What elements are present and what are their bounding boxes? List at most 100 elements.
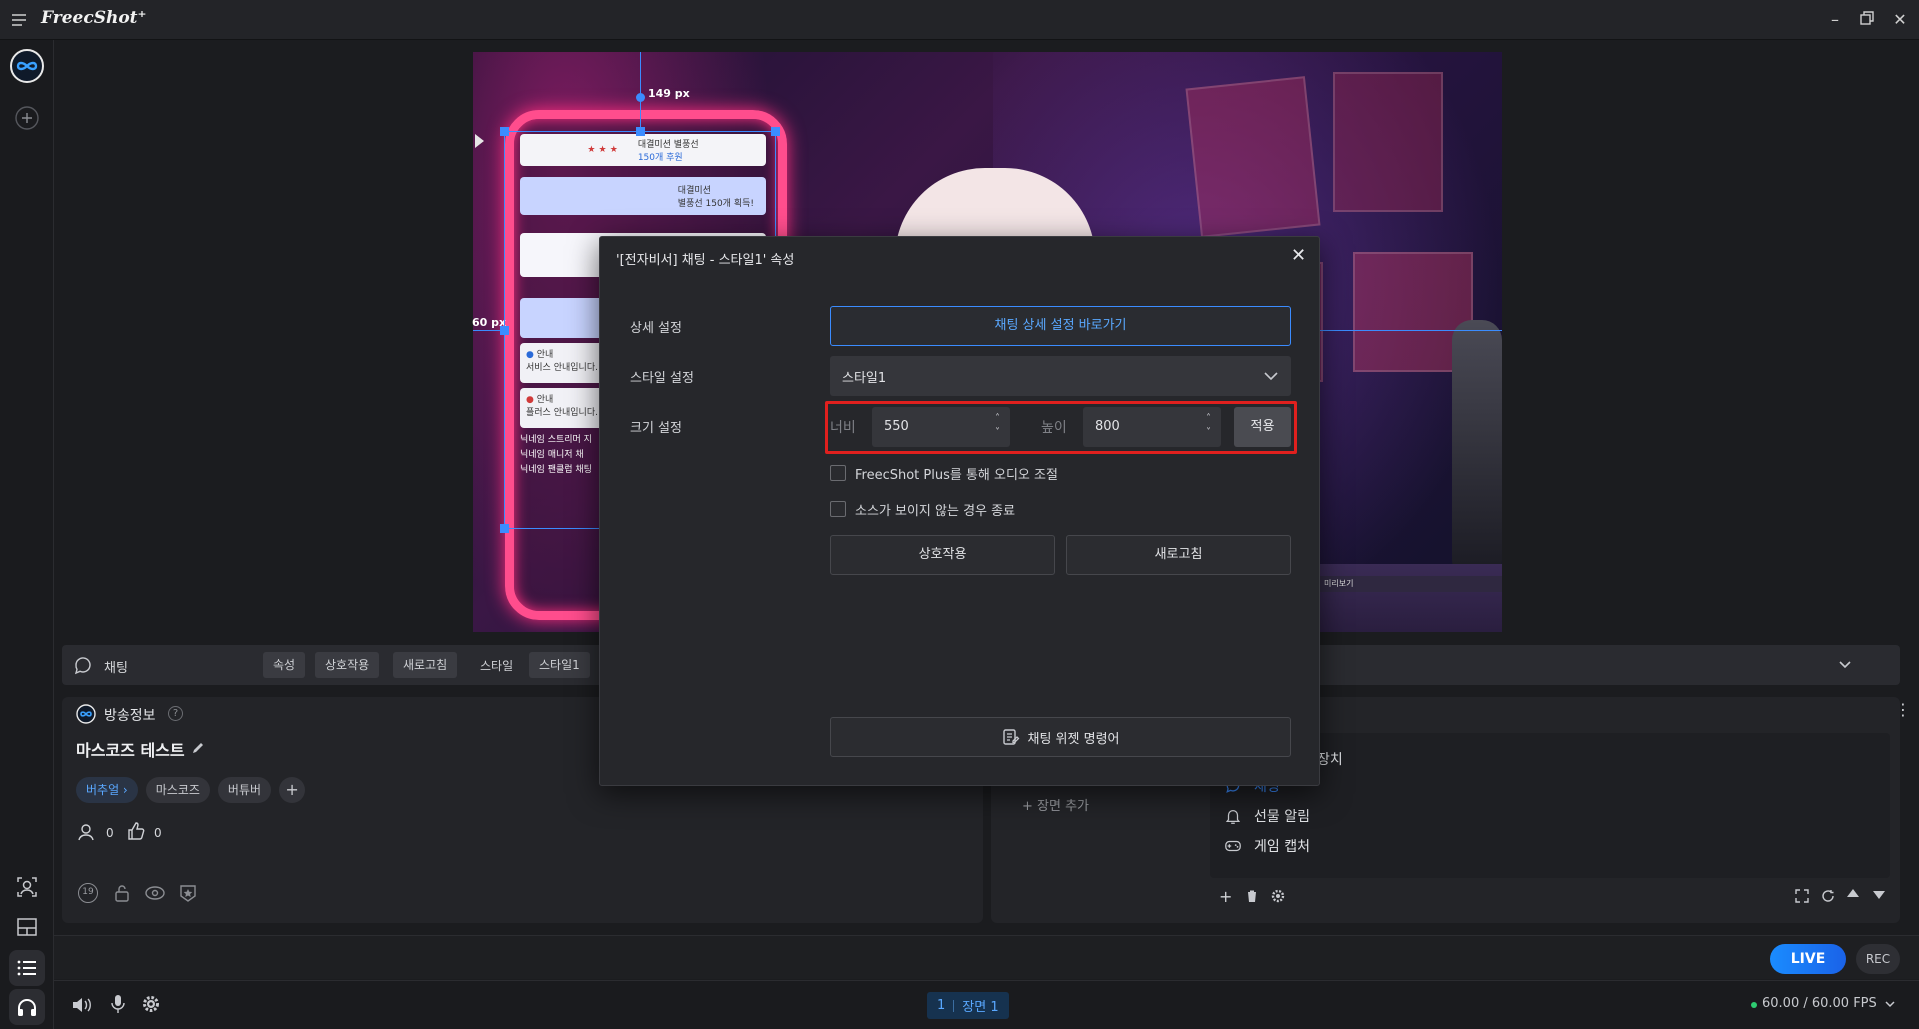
- eye-icon[interactable]: [144, 882, 166, 904]
- preview-caption: 미리보기: [1320, 576, 1502, 592]
- resize-handle[interactable]: [500, 326, 509, 335]
- resize-handle[interactable]: [771, 127, 780, 136]
- properties-dialog: '[전자비서] 채팅 - 스타일1' 속성 ✕ 상세 설정 채팅 상세 설정 바…: [599, 236, 1320, 786]
- add-source-icon[interactable]: +: [1219, 887, 1232, 906]
- source-item-label: 게임 캡처: [1254, 839, 1310, 855]
- fps-readout: 60.00 / 60.00 FPS: [1762, 996, 1877, 1011]
- wall-poster: [1185, 76, 1321, 238]
- tag-chip[interactable]: 버추얼 ›: [76, 777, 138, 803]
- freecshot-small-logo-icon: [76, 704, 96, 724]
- fps-status-dot: [1751, 1002, 1757, 1008]
- width-stepper-icon[interactable]: ˄ ˅: [995, 412, 1000, 440]
- apply-button[interactable]: 적용: [1234, 407, 1291, 447]
- plus-circle-icon: [15, 106, 39, 130]
- rotate-icon[interactable]: [1821, 889, 1835, 903]
- guide-line-horizontal: [1320, 330, 1502, 331]
- source-name: 채팅: [104, 661, 128, 676]
- like-count: 0: [154, 826, 162, 840]
- help-icon[interactable]: ?: [168, 706, 183, 721]
- width-input[interactable]: 550 ˄ ˅: [872, 407, 1010, 447]
- tag-chip[interactable]: 버튜버: [217, 777, 272, 803]
- source-item-device[interactable]: 장치: [1317, 749, 1343, 769]
- resize-handle[interactable]: [636, 127, 645, 136]
- sidebar-item-person-capture[interactable]: [9, 869, 45, 905]
- dialog-title: '[전자비서] 채팅 - 스타일1' 속성: [616, 253, 795, 268]
- detail-settings-label: 상세 설정: [630, 321, 682, 336]
- exit-when-hidden-checkbox[interactable]: [830, 501, 846, 517]
- sidebar-add-button[interactable]: [9, 100, 45, 136]
- style-label: 스타일: [480, 659, 514, 673]
- fullscreen-icon[interactable]: [1795, 889, 1809, 903]
- style-select[interactable]: 스타일1: [830, 356, 1291, 396]
- hamburger-menu-icon[interactable]: [10, 11, 28, 29]
- gear-icon[interactable]: [1270, 888, 1286, 904]
- chat-widget-command-label: 채팅 위젯 명령어: [1027, 731, 1120, 747]
- collapse-arrow-icon[interactable]: [475, 134, 484, 148]
- height-stepper-icon[interactable]: ˄ ˅: [1206, 412, 1211, 440]
- lock-icon[interactable]: [111, 882, 133, 904]
- freecshot-logo-icon: [10, 49, 44, 83]
- chevron-down-icon[interactable]: [1838, 659, 1852, 671]
- status-bar: 1 장면 1 60.00 / 60.00 FPS: [54, 980, 1919, 1029]
- scene-indicator[interactable]: 1 장면 1: [927, 992, 1009, 1019]
- more-options-icon[interactable]: ⋮: [1895, 702, 1911, 718]
- refresh-button[interactable]: 새로고침: [393, 652, 458, 678]
- app-logo: FreecShot⁺: [41, 8, 147, 28]
- star-badge-icon[interactable]: [177, 882, 199, 904]
- audio-control-checkbox[interactable]: [830, 465, 846, 481]
- chat-widget-command-button[interactable]: 채팅 위젯 명령어: [830, 717, 1291, 757]
- guide-line-vertical: [640, 52, 641, 132]
- dialog-refresh-button[interactable]: 새로고침: [1066, 535, 1291, 575]
- audio-control-label: FreecShot Plus를 통해 오디오 조절: [855, 468, 1058, 483]
- bell-icon: [1225, 809, 1241, 824]
- guide-handle[interactable]: [636, 93, 645, 102]
- sidebar-item-home[interactable]: [9, 48, 45, 84]
- add-tag-button[interactable]: +: [279, 777, 306, 803]
- sidebar-item-audio[interactable]: [9, 989, 45, 1025]
- edit-pencil-icon[interactable]: [190, 740, 206, 756]
- title-bar: FreecShot⁺ – ✕: [0, 0, 1919, 40]
- width-value: 550: [884, 419, 909, 434]
- thumbs-up-icon: [128, 822, 145, 840]
- tag-chip[interactable]: 마스코즈: [145, 777, 210, 803]
- resize-handle[interactable]: [500, 524, 509, 533]
- sidebar-item-list[interactable]: [9, 950, 45, 986]
- rec-button[interactable]: REC: [1856, 944, 1900, 974]
- viewer-count: 0: [106, 826, 114, 840]
- height-value: 800: [1095, 419, 1120, 434]
- live-button[interactable]: LIVE: [1770, 944, 1846, 974]
- preview-bottom-panel: 미리보기: [1320, 564, 1502, 632]
- trash-icon[interactable]: [1245, 889, 1259, 903]
- source-item-gift-alert[interactable]: 선물 알림: [1224, 806, 1310, 826]
- width-label: 너비: [830, 420, 856, 436]
- age-restriction-badge[interactable]: 19: [78, 883, 98, 903]
- exit-when-hidden-label: 소스가 보이지 않는 경우 종료: [855, 504, 1016, 519]
- chevron-down-icon: [1264, 372, 1278, 381]
- info-header: 방송정보: [104, 708, 156, 724]
- minimize-icon[interactable]: –: [1825, 10, 1845, 30]
- chat-detail-settings-button[interactable]: 채팅 상세 설정 바로가기: [830, 306, 1291, 346]
- microphone-icon[interactable]: [110, 994, 126, 1014]
- source-item-game-capture[interactable]: 게임 캡처: [1224, 836, 1310, 856]
- dialog-close-icon[interactable]: ✕: [1291, 245, 1306, 266]
- settings-gear-icon[interactable]: [141, 994, 161, 1014]
- height-input[interactable]: 800 ˄ ˅: [1083, 407, 1221, 447]
- layout-icon: [17, 918, 37, 936]
- style-select[interactable]: 스타일1: [529, 652, 590, 678]
- move-up-icon[interactable]: [1847, 889, 1859, 897]
- close-window-icon[interactable]: ✕: [1890, 10, 1910, 30]
- sidebar-item-layout[interactable]: [9, 909, 45, 945]
- speaker-icon[interactable]: [71, 995, 93, 1015]
- gamepad-icon: [1225, 840, 1241, 852]
- interact-button[interactable]: 상호작용: [315, 652, 380, 678]
- dialog-interact-button[interactable]: 상호작용: [830, 535, 1055, 575]
- properties-button[interactable]: 속성: [263, 652, 306, 678]
- add-scene-button[interactable]: + 장면 추가: [1022, 795, 1089, 814]
- chevron-down-icon[interactable]: [1884, 999, 1896, 1009]
- tag-list: 버추얼 › 마스코즈 버튜버 +: [76, 777, 306, 803]
- resize-handle[interactable]: [500, 127, 509, 136]
- restore-icon[interactable]: [1857, 10, 1877, 30]
- height-label: 높이: [1041, 420, 1067, 436]
- chat-bubble-icon: [74, 657, 91, 675]
- move-down-icon[interactable]: [1873, 891, 1885, 899]
